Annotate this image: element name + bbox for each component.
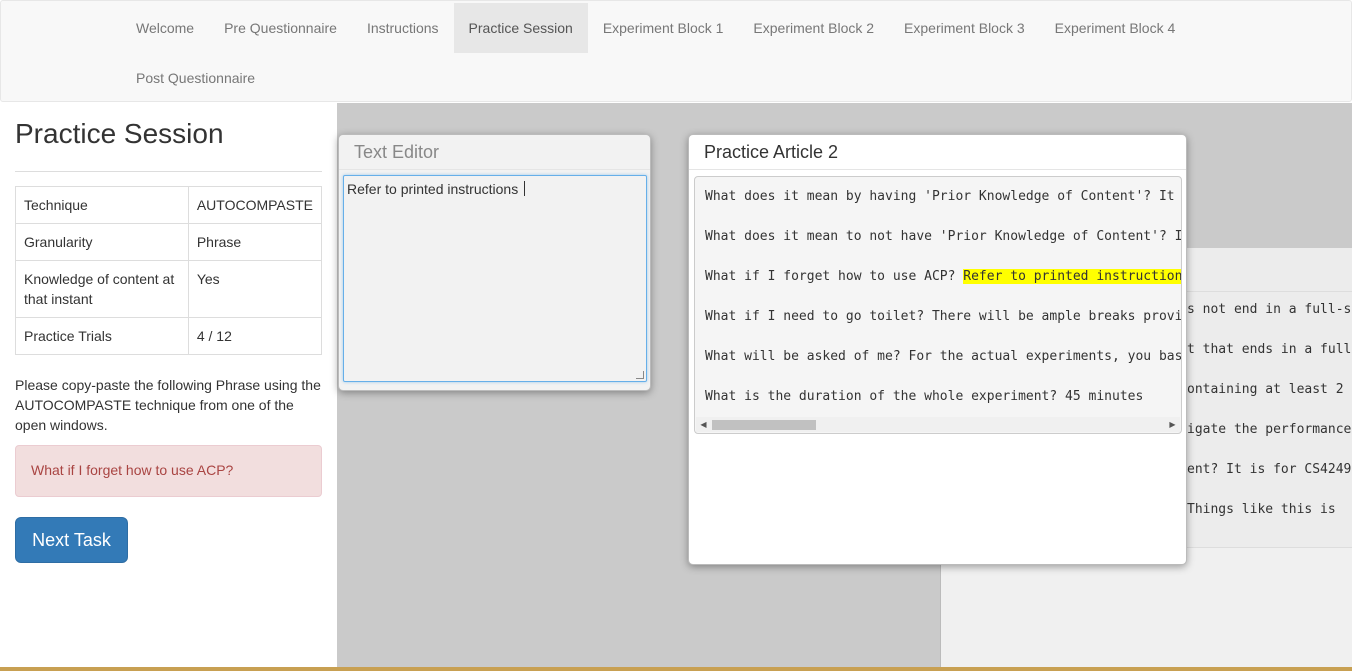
text-editor-title[interactable]: Text Editor bbox=[339, 135, 650, 170]
article-line[interactable]: What will be asked of me? For the actual… bbox=[705, 349, 1181, 364]
resize-grip-icon[interactable] bbox=[636, 371, 644, 379]
scrollbar-thumb[interactable] bbox=[712, 420, 816, 430]
table-row: Practice Trials 4 / 12 bbox=[15, 317, 323, 355]
article-line[interactable]: What does it mean to not have 'Prior Kno… bbox=[705, 229, 1181, 244]
article-line[interactable]: What is the duration of the whole experi… bbox=[705, 389, 1143, 404]
background-text-line: Things like this is bbox=[1187, 502, 1336, 517]
background-text-line: t that ends in a full bbox=[1187, 342, 1352, 357]
article-line[interactable]: What if I need to go toilet? There will … bbox=[705, 309, 1181, 324]
background-text-line: s not end in a full-s bbox=[1187, 302, 1352, 317]
nav-item-welcome[interactable]: Welcome bbox=[121, 3, 209, 53]
horizontal-scrollbar[interactable]: ◀ ▶ bbox=[696, 417, 1180, 432]
granularity-value: Phrase bbox=[187, 223, 323, 261]
practice-article-window[interactable]: Practice Article 2 What does it mean by … bbox=[688, 134, 1187, 565]
granularity-label: Granularity bbox=[15, 223, 189, 261]
bottom-edge bbox=[0, 667, 1352, 671]
article-line[interactable]: What does it mean by having 'Prior Knowl… bbox=[705, 189, 1181, 204]
article-title[interactable]: Practice Article 2 bbox=[689, 135, 1186, 170]
nav-item-instructions[interactable]: Instructions bbox=[352, 3, 454, 53]
nav-item-experiment-block-2[interactable]: Experiment Block 2 bbox=[738, 3, 889, 53]
text-editor-content: Refer to printed instructions bbox=[347, 181, 523, 197]
session-info-table: Technique AUTOCOMPASTE Granularity Phras… bbox=[15, 186, 323, 355]
nav-row-2: Post Questionnaire bbox=[121, 53, 270, 103]
article-line-text: What if I forget how to use ACP? bbox=[705, 269, 964, 284]
next-task-button[interactable]: Next Task bbox=[15, 517, 128, 563]
article-text-box[interactable]: What does it mean by having 'Prior Knowl… bbox=[694, 176, 1182, 434]
background-text-line: ent? It is for CS4249 bbox=[1187, 462, 1352, 477]
top-navbar: Welcome Pre Questionnaire Instructions P… bbox=[0, 0, 1352, 102]
nav-item-post-questionnaire[interactable]: Post Questionnaire bbox=[121, 53, 270, 103]
table-row: Knowledge of content at that instant Yes bbox=[15, 260, 323, 318]
table-row: Granularity Phrase bbox=[15, 223, 323, 261]
nav-item-practice-session[interactable]: Practice Session bbox=[453, 3, 588, 53]
nav-item-experiment-block-1[interactable]: Experiment Block 1 bbox=[588, 3, 739, 53]
background-window-body bbox=[941, 548, 1352, 671]
title-divider bbox=[15, 171, 322, 172]
practice-trials-value: 4 / 12 bbox=[187, 317, 323, 355]
highlighted-phrase[interactable]: Refer to printed instructions bbox=[963, 269, 1181, 284]
practice-trials-label: Practice Trials bbox=[15, 317, 189, 355]
page-title: Practice Session bbox=[15, 118, 224, 149]
knowledge-value: Yes bbox=[187, 260, 323, 318]
knowledge-label: Knowledge of content at that instant bbox=[15, 260, 189, 318]
scroll-right-icon[interactable]: ▶ bbox=[1165, 417, 1180, 432]
target-phrase-alert: What if I forget how to use ACP? bbox=[15, 445, 322, 497]
nav-item-pre-questionnaire[interactable]: Pre Questionnaire bbox=[209, 3, 352, 53]
text-editor-window[interactable]: Text Editor Refer to printed instruction… bbox=[338, 134, 651, 391]
task-instruction: Please copy-paste the following Phrase u… bbox=[15, 377, 321, 433]
text-editor-textarea[interactable]: Refer to printed instructions bbox=[343, 175, 647, 382]
task-sidebar: Practice Session Technique AUTOCOMPASTE … bbox=[0, 103, 337, 671]
technique-label: Technique bbox=[15, 186, 189, 224]
nav-row-1: Welcome Pre Questionnaire Instructions P… bbox=[121, 3, 1190, 53]
text-cursor bbox=[524, 181, 526, 196]
nav-item-experiment-block-4[interactable]: Experiment Block 4 bbox=[1040, 3, 1191, 53]
technique-value: AUTOCOMPASTE bbox=[187, 186, 323, 224]
table-row: Technique AUTOCOMPASTE bbox=[15, 186, 323, 224]
nav-item-experiment-block-3[interactable]: Experiment Block 3 bbox=[889, 3, 1040, 53]
background-text-line: igate the performance bbox=[1187, 422, 1352, 437]
article-line[interactable]: What if I forget how to use ACP? Refer t… bbox=[705, 269, 1181, 284]
scroll-left-icon[interactable]: ◀ bbox=[696, 417, 711, 432]
background-text-line: ontaining at least 2 bbox=[1187, 382, 1344, 397]
